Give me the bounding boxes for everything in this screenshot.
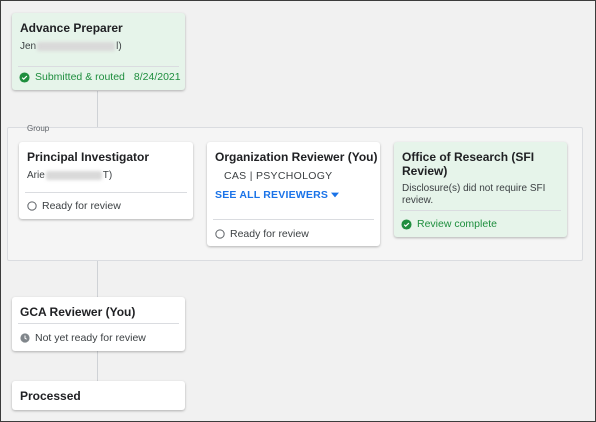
group-label: Group	[27, 124, 50, 133]
divider	[25, 192, 187, 193]
check-circle-icon	[401, 218, 412, 230]
card-title: Principal Investigator	[27, 150, 150, 164]
divider	[213, 219, 374, 220]
preparer-name: Jen l)	[20, 41, 122, 52]
see-all-reviewers-link[interactable]: SEE ALL REVIEWERS	[215, 189, 340, 201]
card-title: GCA Reviewer (You)	[20, 305, 136, 319]
department-label: CAS | PSYCHOLOGY	[224, 170, 333, 182]
caret-down-icon	[331, 192, 340, 198]
card-title: Processed	[20, 389, 81, 403]
check-circle-icon	[19, 71, 30, 83]
divider	[18, 66, 179, 67]
disclosure-note: Disclosure(s) did not require SFI review…	[402, 183, 546, 206]
submitted-status: Submitted & routed 8/24/2021	[19, 71, 181, 83]
organization-reviewer-card[interactable]: Organization Reviewer (You) CAS | PSYCHO…	[207, 142, 380, 246]
ready-status: Ready for review	[215, 228, 309, 240]
gca-reviewer-card[interactable]: GCA Reviewer (You) Not yet ready for rev…	[12, 297, 185, 351]
redacted-name	[37, 41, 116, 51]
clock-icon	[20, 333, 30, 343]
not-ready-status: Not yet ready for review	[20, 332, 146, 344]
connector-line	[97, 351, 98, 381]
divider	[400, 210, 561, 211]
ready-status: Ready for review	[27, 200, 121, 212]
processed-card[interactable]: Processed	[12, 381, 185, 410]
connector-line	[97, 91, 98, 127]
empty-circle-icon	[215, 229, 225, 239]
advance-preparer-card[interactable]: Advance Preparer Jen l) Submitted & route…	[12, 13, 185, 90]
review-complete-status: Review complete	[401, 218, 497, 230]
divider	[18, 323, 179, 324]
workflow-frame: Advance Preparer Jen l) Submitted & route…	[0, 0, 596, 422]
investigator-name: Arie T)	[27, 170, 113, 181]
submitted-date: 8/24/2021	[133, 71, 181, 83]
empty-circle-icon	[27, 201, 37, 211]
redacted-name	[45, 170, 102, 180]
card-title: Office of Research (SFI Review)	[402, 150, 535, 178]
principal-investigator-card[interactable]: Principal Investigator Arie T) Ready for …	[19, 142, 193, 219]
office-of-research-card[interactable]: Office of Research (SFI Review) Disclosu…	[394, 142, 567, 237]
card-title: Advance Preparer	[20, 21, 123, 35]
card-title: Organization Reviewer (You)	[215, 150, 378, 164]
connector-line	[97, 261, 98, 297]
